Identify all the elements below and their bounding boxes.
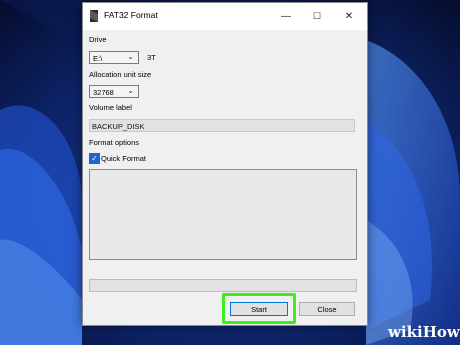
drive-capacity: 3T — [147, 53, 156, 62]
maximize-button[interactable]: ☐ — [301, 3, 333, 30]
checkmark-icon: ✓ — [91, 154, 98, 163]
wikihow-watermark: wikiHow — [388, 323, 460, 341]
minimize-button[interactable]: — — [270, 3, 302, 30]
volume-label-input[interactable]: BACKUP_DISK — [89, 119, 355, 132]
allocation-unit-size-select[interactable]: 32768 ⌄ — [89, 85, 139, 98]
window-title: FAT32 Format — [104, 10, 158, 20]
format-log-area[interactable] — [89, 169, 357, 260]
title-bar[interactable]: FAT32 Format — ☐ ✕ — [83, 3, 367, 30]
format-progress-bar — [89, 279, 357, 292]
fat32-app-icon — [90, 10, 98, 22]
close-window-button[interactable]: ✕ — [333, 3, 365, 30]
drive-select[interactable]: E:\ ⌄ — [89, 51, 139, 64]
quick-format-label: Quick Format — [101, 154, 147, 163]
chevron-down-icon: ⌄ — [127, 52, 134, 61]
allocation-select-value: 32768 — [93, 88, 114, 97]
drive-label: Drive — [89, 35, 107, 44]
volume-label-label: Volume label — [89, 103, 132, 112]
chevron-down-icon: ⌄ — [127, 86, 134, 95]
format-options-label: Format options — [89, 138, 140, 147]
close-button[interactable]: Close — [299, 302, 355, 316]
quick-format-checkbox[interactable]: ✓ — [89, 153, 100, 164]
drive-select-value: E:\ — [93, 54, 103, 63]
start-button-highlight — [222, 293, 296, 324]
fat32-format-window: FAT32 Format — ☐ ✕ Drive E:\ ⌄ 3T Alloca… — [82, 2, 368, 326]
allocation-unit-size-label: Allocation unit size — [89, 70, 152, 79]
